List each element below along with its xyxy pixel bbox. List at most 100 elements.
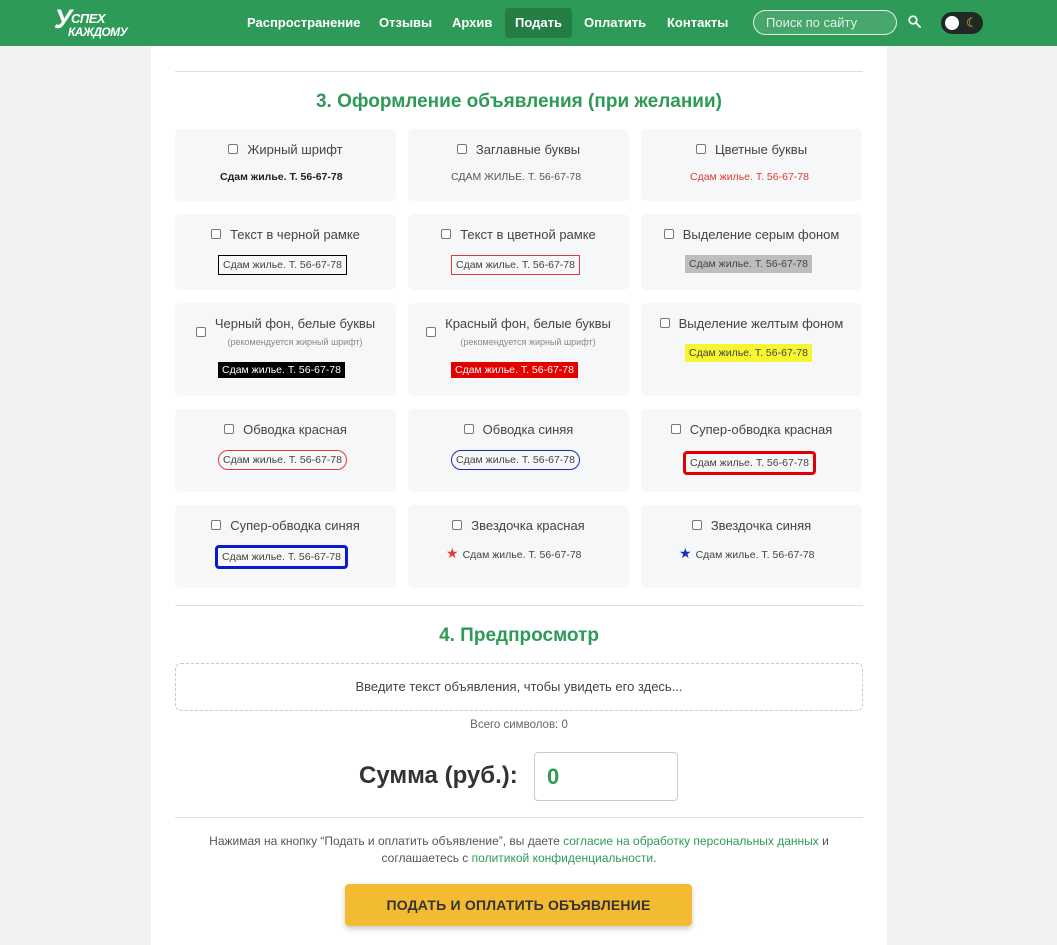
personal-data-consent-link[interactable]: согласие на обработку персональных данны… xyxy=(563,834,819,848)
option-red-bg[interactable]: Красный фон, белые буквы (рекомендуется ж… xyxy=(408,303,629,396)
preview-section-title: 4. Предпросмотр xyxy=(439,625,599,646)
option-checkbox[interactable] xyxy=(426,327,437,337)
option-gray-bg[interactable]: Выделение серым фоном Сдам жилье. Т. 56-… xyxy=(641,214,862,290)
sum-label: Сумма (руб.): xyxy=(359,762,518,789)
option-label: Обводка синяя xyxy=(482,422,574,437)
ad-preview-box: Введите текст объявления, чтобы увидеть … xyxy=(175,663,863,711)
option-yellow-bg[interactable]: Выделение желтым фоном Сдам жилье. Т. 56… xyxy=(641,303,862,396)
consent-part: Нажимая на кнопку “Подать и оплатить объ… xyxy=(209,834,564,848)
red-star-icon: ★ xyxy=(446,545,459,561)
option-bold[interactable]: Жирный шрифт Сдам жилье. Т. 56-67-78 xyxy=(175,129,396,201)
option-checkbox[interactable] xyxy=(441,229,452,239)
option-checkbox[interactable] xyxy=(456,144,467,154)
option-black-frame[interactable]: Текст в черной рамке Сдам жилье. Т. 56-6… xyxy=(175,214,396,290)
char-counter: Всего символов: 0 xyxy=(470,719,568,731)
sample-text: Сдам жилье. Т. 56-67-78 xyxy=(462,549,582,561)
divider xyxy=(175,605,863,606)
sample-text: Сдам жилье. Т. 56-67-78 xyxy=(695,549,815,561)
divider xyxy=(175,71,863,72)
option-label: Жирный шрифт xyxy=(247,142,343,157)
toggle-knob xyxy=(945,16,959,30)
nav-item-archive[interactable]: Архив xyxy=(442,8,502,38)
option-red-star[interactable]: Звездочка красная ★ Сдам жилье. Т. 56-67-… xyxy=(408,505,629,588)
option-label-text: Черный фон, белые буквы xyxy=(214,316,376,331)
option-uppercase[interactable]: Заглавные буквы СДАМ ЖИЛЬЕ. Т. 56-67-78 xyxy=(408,129,629,201)
option-label: Черный фон, белые буквы (рекомендуется жи… xyxy=(215,315,375,349)
option-checkbox[interactable] xyxy=(659,318,670,328)
sample-bold: Сдам жилье. Т. 56-67-78 xyxy=(220,171,343,183)
divider xyxy=(175,817,863,818)
option-label: Супер-обводка красная xyxy=(689,422,833,437)
sample-black-bg: Сдам жилье. Т. 56-67-78 xyxy=(218,362,345,378)
option-super-blue-outline[interactable]: Супер-обводка синяя Сдам жилье. Т. 56-67… xyxy=(175,505,396,588)
option-black-bg[interactable]: Черный фон, белые буквы (рекомендуется жи… xyxy=(175,303,396,396)
sum-field: 0 xyxy=(534,752,678,801)
option-checkbox[interactable] xyxy=(211,520,222,530)
search-input[interactable] xyxy=(753,10,897,35)
option-colored[interactable]: Цветные буквы Сдам жилье. Т. 56-67-78 xyxy=(641,129,862,201)
sample-super-blue-outline: Сдам жилье. Т. 56-67-78 xyxy=(215,545,348,569)
sample-red-bg: Сдам жилье. Т. 56-67-78 xyxy=(451,362,578,378)
option-label: Цветные буквы xyxy=(714,142,808,157)
sample-blue-star: ★ Сдам жилье. Т. 56-67-78 xyxy=(679,545,815,562)
option-label: Текст в цветной рамке xyxy=(460,227,596,242)
option-checkbox[interactable] xyxy=(463,424,474,434)
option-checkbox[interactable] xyxy=(695,144,706,154)
consent-text: Нажимая на кнопку “Подать и оплатить объ… xyxy=(175,833,863,867)
option-label: Звездочка синяя xyxy=(710,518,812,533)
option-blue-outline[interactable]: Обводка синяя Сдам жилье. Т. 56-67-78 xyxy=(408,409,629,492)
option-label: Выделение желтым фоном xyxy=(678,316,844,331)
site-logo[interactable]: У СПЕХ КАЖДОМУ xyxy=(54,6,134,41)
form-card: 3. Оформление объявления (при желании) Ж… xyxy=(151,46,887,945)
option-note: (рекомендуется жирный шрифт) xyxy=(227,337,363,347)
option-checkbox[interactable] xyxy=(228,144,239,154)
option-checkbox[interactable] xyxy=(224,424,235,434)
sample-color-frame: Сдам жилье. Т. 56-67-78 xyxy=(451,255,580,275)
sample-red-star: ★ Сдам жилье. Т. 56-67-78 xyxy=(446,545,582,562)
option-super-red-outline[interactable]: Супер-обводка красная Сдам жилье. Т. 56-… xyxy=(641,409,862,492)
sample-black-frame: Сдам жилье. Т. 56-67-78 xyxy=(218,255,347,275)
nav-item-distribution[interactable]: Распространение xyxy=(237,8,370,38)
logo-line-2: КАЖДОМУ xyxy=(68,25,128,39)
option-checkbox[interactable] xyxy=(691,520,702,530)
nav-item-submit[interactable]: Подать xyxy=(505,8,572,38)
search-icon[interactable] xyxy=(908,15,922,29)
sample-colored: Сдам жилье. Т. 56-67-78 xyxy=(690,171,809,183)
option-label: Заглавные буквы xyxy=(475,142,581,157)
top-navbar: У СПЕХ КАЖДОМУ Распространение Отзывы Ар… xyxy=(0,0,1057,46)
theme-toggle[interactable]: ☾ xyxy=(941,12,983,34)
nav-item-contacts[interactable]: Контакты xyxy=(657,8,738,38)
logo-line-1: СПЕХ xyxy=(71,11,106,26)
blue-star-icon: ★ xyxy=(679,545,692,561)
option-note: (рекомендуется жирный шрифт) xyxy=(460,337,596,347)
nav-item-reviews[interactable]: Отзывы xyxy=(369,8,442,38)
option-checkbox[interactable] xyxy=(452,520,463,530)
option-checkbox[interactable] xyxy=(670,424,681,434)
sample-uppercase: СДАМ ЖИЛЬЕ. Т. 56-67-78 xyxy=(451,171,582,183)
sample-red-outline: Сдам жилье. Т. 56-67-78 xyxy=(218,450,347,470)
option-label: Звездочка красная xyxy=(471,518,585,533)
option-label: Выделение серым фоном xyxy=(682,227,840,242)
design-section-title: 3. Оформление объявления (при желании) xyxy=(315,91,722,112)
option-checkbox[interactable] xyxy=(195,327,206,337)
option-blue-star[interactable]: Звездочка синяя ★ Сдам жилье. Т. 56-67-78 xyxy=(641,505,862,588)
submit-and-pay-button[interactable]: ПОДАТЬ И ОПЛАТИТЬ ОБЪЯВЛЕНИЕ xyxy=(345,884,692,926)
sample-super-red-outline: Сдам жилье. Т. 56-67-78 xyxy=(683,451,816,475)
option-label: Красный фон, белые буквы (рекомендуется ж… xyxy=(445,315,611,349)
sample-gray-bg: Сдам жилье. Т. 56-67-78 xyxy=(685,255,812,273)
sample-blue-outline: Сдам жилье. Т. 56-67-78 xyxy=(451,450,580,470)
moon-icon: ☾ xyxy=(966,15,978,30)
option-color-frame[interactable]: Текст в цветной рамке Сдам жилье. Т. 56-… xyxy=(408,214,629,290)
option-label: Супер-обводка синяя xyxy=(230,518,360,533)
consent-part: . xyxy=(653,851,657,865)
option-label: Текст в черной рамке xyxy=(230,227,360,242)
magnifier-glyph xyxy=(908,15,921,28)
nav-item-pay[interactable]: Оплатить xyxy=(574,8,656,38)
option-checkbox[interactable] xyxy=(211,229,222,239)
option-red-outline[interactable]: Обводка красная Сдам жилье. Т. 56-67-78 xyxy=(175,409,396,492)
option-checkbox[interactable] xyxy=(663,229,674,239)
option-label: Обводка красная xyxy=(243,422,347,437)
option-label-text: Красный фон, белые буквы xyxy=(445,316,611,331)
privacy-policy-link[interactable]: политикой конфиденциальности xyxy=(472,851,653,865)
sample-yellow-bg: Сдам жилье. Т. 56-67-78 xyxy=(685,344,812,362)
